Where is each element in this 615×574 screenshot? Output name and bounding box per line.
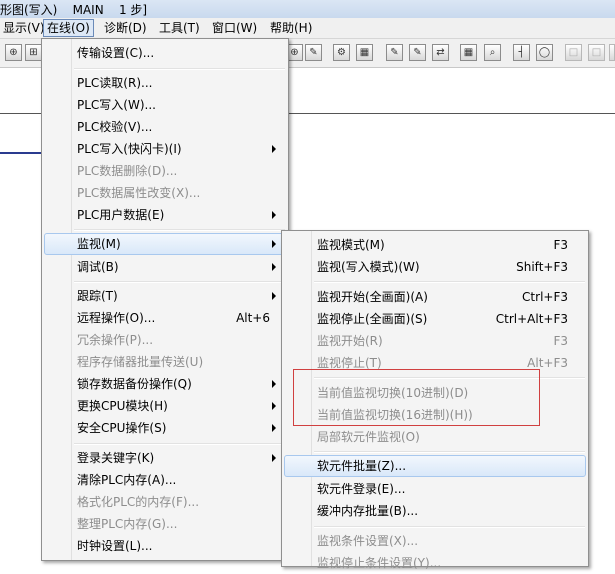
submenu-arrow-icon [272,263,276,271]
menu-online[interactable]: 在线(O) [43,19,94,37]
menu-item-plc-data-delete: PLC数据删除(D)... [77,164,178,178]
network-icon[interactable]: ▦ [460,44,477,61]
menu-item-clock-setup[interactable]: 时钟设置(L)... [44,535,286,557]
box2-icon[interactable]: □ [588,44,605,61]
menu-item-monitor[interactable]: 监视(M) [44,233,286,255]
menu-item-monitor-write-mode[interactable]: 监视(写入模式)(W) Shift+F3 [284,256,586,278]
submenu-arrow-icon [272,145,276,153]
menu-item-replace-cpu[interactable]: 更换CPU模块(H) [44,395,286,417]
menu-bar: 显示(V) 在线(O) 诊断(D) 工具(T) 窗口(W) 帮助(H) [0,18,615,39]
menu-item-local-device-monitor: 局部软元件监视(O) [317,430,420,444]
submenu-arrow-icon [272,424,276,432]
menu-item-monitor-stop-condition: 监视停止条件设置(Y)... [317,556,442,570]
menu-item-device-batch[interactable]: 软元件批量(Z)... [284,455,586,477]
menu-item-transfer-setup[interactable]: 传输设置(C)... [44,42,286,64]
menu-window[interactable]: 窗口(W) [209,20,260,36]
submenu-arrow-icon [272,292,276,300]
menu-item-plc-user-data[interactable]: PLC用户数据(E) [44,204,286,226]
menu-item-register-password[interactable]: 登录关键字(K) [44,447,286,469]
menu-item-plc-write[interactable]: PLC写入(W)... [44,94,286,116]
transfer-icon[interactable]: ⇄ [432,44,449,61]
menu-item-clear-plc-memory[interactable]: 清除PLC内存(A)... [44,469,286,491]
online-menu: 传输设置(C)... PLC读取(R)... PLC写入(W)... PLC校验… [41,38,289,561]
coil-icon[interactable]: ◯ [536,44,553,61]
menu-tools[interactable]: 工具(T) [156,20,203,36]
menu-item-device-register[interactable]: 软元件登录(E)... [284,478,586,500]
box-icon[interactable]: □ [565,44,582,61]
search-icon[interactable]: ⌕ [484,44,501,61]
menu-item-format-plc-memory: 格式化PLC的内存(F)... [77,495,200,509]
menu-item-monitor-start-all[interactable]: 监视开始(全画面)(A) Ctrl+F3 [284,286,586,308]
menu-diagnose[interactable]: 诊断(D) [101,20,150,36]
menu-item-plc-verify[interactable]: PLC校验(V)... [44,116,286,138]
menu-item-arrange-plc-memory: 整理PLC内存(G)... [77,517,178,531]
menu-item-buffer-memory-batch[interactable]: 缓冲内存批量(B)... [284,500,586,522]
contact-icon[interactable]: ┤ [513,44,530,61]
menu-item-remote-operation[interactable]: 远程操作(O)... Alt+6 [44,307,286,329]
menu-help[interactable]: 帮助(H) [267,20,315,36]
menu-item-program-memory-transfer: 程序存储器批量传送(U) [77,355,204,369]
submenu-arrow-icon [272,240,276,248]
edit-icon[interactable]: ✎ [386,44,403,61]
menu-item-monitor-start: 监视开始(R) F3 [317,334,568,348]
ladder-icon[interactable]: ⊞ [25,44,42,61]
submenu-arrow-icon [272,402,276,410]
menu-item-monitor-condition: 监视条件设置(X)... [317,534,419,548]
menu-item-redundant-operation: 冗余操作(P)... [77,333,154,347]
menu-item-monitor-stop-all[interactable]: 监视停止(全画面)(S) Ctrl+Alt+F3 [284,308,586,330]
box3-icon[interactable] [609,44,615,61]
menu-view[interactable]: 显示(V) [0,20,48,36]
menu-item-plc-data-attr: PLC数据属性改变(X)... [77,186,201,200]
menu-item-latch-backup[interactable]: 锁存数据备份操作(Q) [44,373,286,395]
settings-icon[interactable]: ⚙ [333,44,350,61]
ladder-left-rail [0,152,42,154]
edit2-icon[interactable]: ✎ [409,44,426,61]
title-bar: 形图(写入) MAIN 1 步] [0,0,615,18]
menu-item-trace[interactable]: 跟踪(T) [44,285,286,307]
zoom-icon[interactable]: ⊕ [5,44,22,61]
submenu-arrow-icon [272,380,276,388]
grid-icon[interactable]: ▦ [356,44,373,61]
write-icon[interactable]: ✎ [305,44,322,61]
submenu-arrow-icon [272,211,276,219]
menu-item-monitor-mode[interactable]: 监视模式(M) F3 [284,234,586,256]
window-title: 形图(写入) MAIN 1 步] [0,3,148,17]
menu-item-plc-read[interactable]: PLC读取(R)... [44,72,286,94]
menu-item-debug[interactable]: 调试(B) [44,256,286,278]
submenu-arrow-icon [272,454,276,462]
menu-item-plc-write-flash[interactable]: PLC写入(快闪卡)(I) [44,138,286,160]
highlight-annotation-box [293,369,540,426]
menu-item-safety-cpu[interactable]: 安全CPU操作(S) [44,417,286,439]
